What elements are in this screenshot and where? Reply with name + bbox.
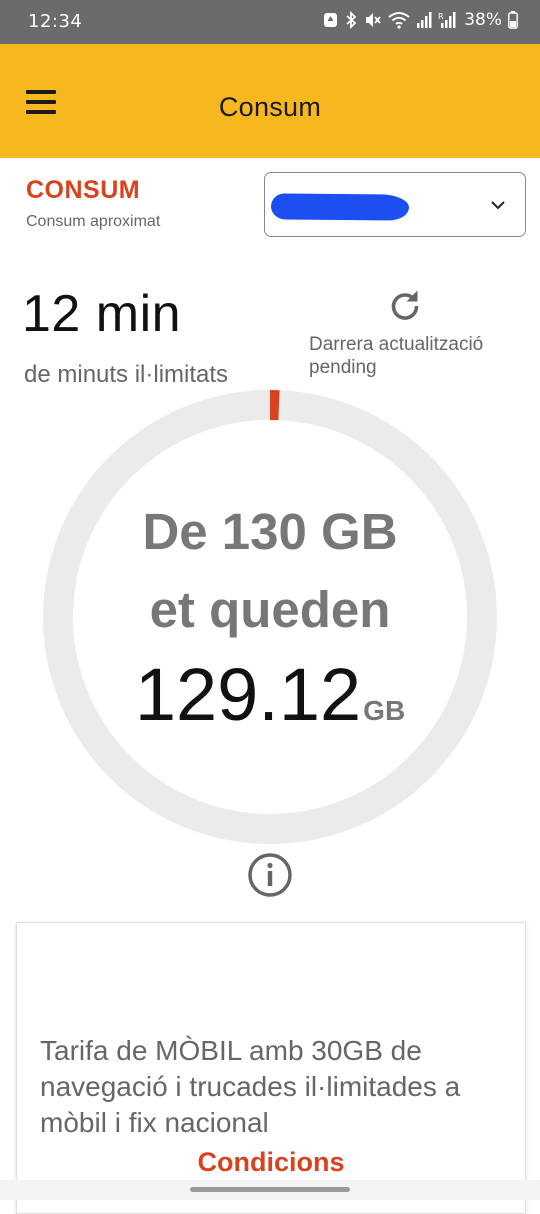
notification-icon — [323, 12, 338, 28]
app-bar: Consum — [0, 44, 540, 158]
page-title: Consum — [218, 92, 322, 122]
minutes-label: de minuts il·limitats — [24, 361, 229, 388]
status-time: 12:34 — [28, 11, 83, 32]
chevron-down-icon — [489, 198, 507, 216]
mute-icon — [364, 11, 382, 29]
data-usage-gauge: De 130 GB et queden 129.12GB — [43, 390, 497, 844]
home-indicator[interactable] — [190, 1187, 350, 1192]
signal-icon — [416, 11, 432, 29]
battery-icon — [508, 11, 518, 29]
line-select-dropdown[interactable] — [264, 172, 526, 237]
svg-text:R: R — [438, 12, 444, 21]
consum-heading: CONSUM — [26, 176, 141, 204]
status-bar: 12:34 R 38% — [0, 0, 540, 44]
last-update: Darrera actualització pending — [309, 333, 483, 379]
bluetooth-icon — [344, 11, 358, 29]
conditions-link[interactable]: Condicions — [17, 1147, 525, 1178]
consum-subtitle: Consum aproximat — [26, 213, 161, 230]
info-icon[interactable] — [247, 852, 293, 898]
gauge-remaining-value: 129.12 — [134, 653, 362, 736]
tariff-description: Tarifa de MÒBIL amb 30GB de navegació i … — [40, 1035, 461, 1138]
last-update-label: Darrera actualització — [309, 334, 484, 355]
minutes-used-value: 12 min — [22, 285, 182, 343]
gauge-value-row: 129.12GB — [43, 652, 497, 737]
last-update-value: pending — [309, 357, 377, 378]
roaming-signal-icon: R — [438, 11, 456, 29]
navigation-bar — [0, 1180, 540, 1200]
wifi-icon — [388, 11, 410, 29]
refresh-icon[interactable] — [388, 289, 422, 323]
status-icons: R 38% — [323, 10, 518, 30]
battery-percent: 38% — [464, 10, 502, 30]
redacted-line-number — [270, 193, 410, 221]
gauge-remaining-label: et queden — [149, 581, 391, 638]
gauge-unit: GB — [363, 695, 406, 726]
tariff-card: Tarifa de MÒBIL amb 30GB de navegació i … — [16, 922, 526, 1214]
gauge-total-label: De 130 GB — [142, 503, 398, 560]
